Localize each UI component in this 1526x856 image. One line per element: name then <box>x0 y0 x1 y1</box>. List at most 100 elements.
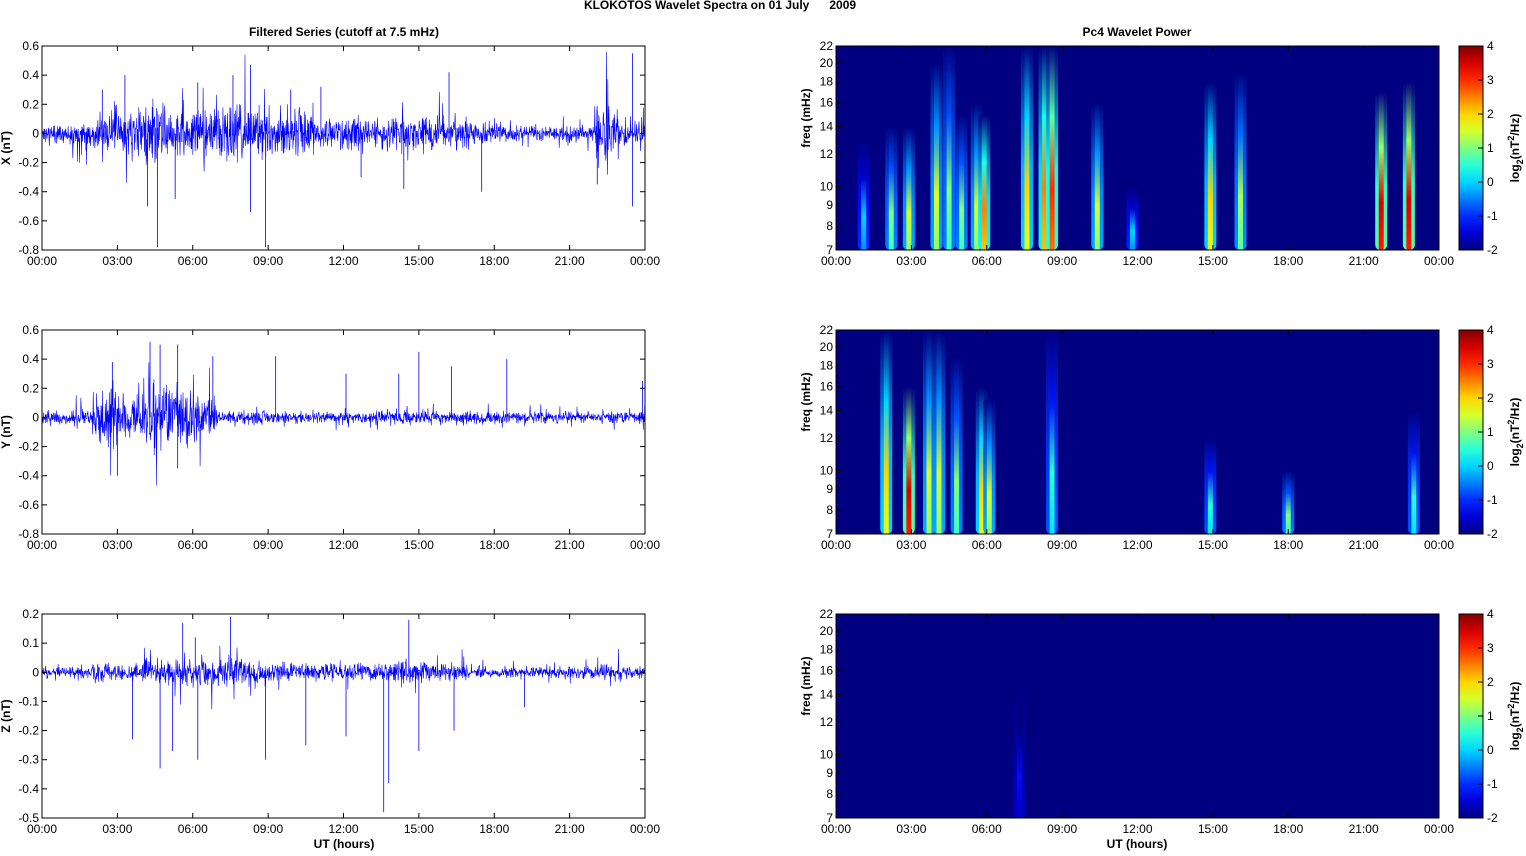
x-tick-label: 15:00 <box>404 254 434 268</box>
colorbar-tick-label: 1 <box>1487 709 1494 723</box>
y-axis-label: X (nT) <box>0 131 13 165</box>
y-tick-label: 16 <box>820 664 834 678</box>
colorbar-label-part: /Hz) <box>1508 398 1522 420</box>
wavelet-burst <box>1024 46 1030 250</box>
x-axis-label-left: UT (hours) <box>314 837 375 851</box>
y-tick-label: -0.4 <box>18 185 39 199</box>
x-tick-label: 00:00 <box>630 254 660 268</box>
x-tick-label: 03:00 <box>102 254 132 268</box>
x-tick-label: 09:00 <box>1047 254 1077 268</box>
y-tick-label: 0.6 <box>22 323 39 337</box>
y-tick-label: 0 <box>32 126 39 140</box>
colorbar-label-part: (nT <box>1508 424 1522 443</box>
y-tick-label: 18 <box>820 643 834 657</box>
y-tick-label: -0.2 <box>18 156 39 170</box>
colorbar-tick-label: 3 <box>1487 73 1494 87</box>
y-tick-label: 8 <box>826 787 833 801</box>
signal-trace <box>41 362 646 486</box>
y-tick-label: 0.1 <box>22 636 39 650</box>
x-tick-label: 18:00 <box>1273 254 1303 268</box>
x-tick-label: 00:00 <box>630 822 660 836</box>
y-tick-label: 22 <box>820 323 834 337</box>
y-tick-label: 0 <box>32 410 39 424</box>
colorbar-tick-label: 1 <box>1487 425 1494 439</box>
wavelet-burst <box>1049 330 1055 534</box>
y-tick-label: -0.6 <box>18 214 39 228</box>
colorbar-tick-label: 4 <box>1487 323 1494 337</box>
colorbar-label-part: /Hz) <box>1508 114 1522 136</box>
wavelet-burst <box>888 126 894 250</box>
y-tick-label: 12 <box>820 715 834 729</box>
y-tick-label: 0.2 <box>22 607 39 621</box>
x-tick-label: 12:00 <box>328 538 358 552</box>
wavelet-burst <box>1378 91 1384 250</box>
colorbar-tick-label: 2 <box>1487 675 1494 689</box>
y-tick-label: -0.1 <box>18 694 39 708</box>
x-tick-label: 15:00 <box>1198 538 1228 552</box>
x-tick-label: 00:00 <box>821 254 851 268</box>
y-tick-label: -0.4 <box>18 782 39 796</box>
x-tick-label: 03:00 <box>896 538 926 552</box>
x-tick-label: 21:00 <box>1349 822 1379 836</box>
x-tick-label: 21:00 <box>1349 254 1379 268</box>
colorbar-label-part: log <box>1508 164 1522 182</box>
y-tick-label: 9 <box>826 482 833 496</box>
x-tick-label: 09:00 <box>253 822 283 836</box>
colorbar-tick-label: 4 <box>1487 607 1494 621</box>
colorbar-tick-label: 3 <box>1487 641 1494 655</box>
y-tick-label: 20 <box>820 624 834 638</box>
colorbar: 4 3 2 1 0 -1 -2 log2(nT2/Hz) <box>1458 323 1525 541</box>
x-tick-label: 12:00 <box>1122 254 1152 268</box>
colorbar-tick-label: 2 <box>1487 107 1494 121</box>
y-axis-label: freq (mHz) <box>799 88 813 147</box>
x-tick-label: 15:00 <box>404 822 434 836</box>
x-tick-label: 06:00 <box>972 254 1002 268</box>
y-tick-label: 18 <box>820 75 834 89</box>
colorbar-tick-label: 2 <box>1487 391 1494 405</box>
x-tick-label: 18:00 <box>1273 822 1303 836</box>
x-tick-label: 00:00 <box>821 538 851 552</box>
colorbar-tick-label: 4 <box>1487 39 1494 53</box>
colorbar-label-part: log <box>1508 448 1522 466</box>
x-tick-label: 06:00 <box>178 538 208 552</box>
y-tick-label: 14 <box>820 688 834 702</box>
colorbar-tick-label: -2 <box>1487 527 1498 541</box>
y-tick-label: -0.4 <box>18 469 39 483</box>
wavelet-burst <box>936 330 942 534</box>
y-axis-label: Z (nT) <box>0 699 13 732</box>
y-tick-label: 14 <box>820 120 834 134</box>
y-tick-label: 12 <box>820 147 834 161</box>
x-tick-label: 00:00 <box>27 822 57 836</box>
y-tick-label: 10 <box>820 747 834 761</box>
colorbar: 4 3 2 1 0 -1 -2 log2(nT2/Hz) <box>1458 607 1525 825</box>
x-tick-label: 06:00 <box>178 254 208 268</box>
x-tick-label: 21:00 <box>1349 538 1379 552</box>
colorbar-label: log2(nT2/Hz) <box>1506 682 1525 751</box>
y-axis-label: freq (mHz) <box>799 372 813 431</box>
x-tick-label: 12:00 <box>328 822 358 836</box>
x-tick-label: 00:00 <box>821 822 851 836</box>
y-tick-label: 22 <box>820 39 834 53</box>
x-tick-label: 06:00 <box>972 822 1002 836</box>
colorbar-label-part: /Hz) <box>1508 682 1522 704</box>
y-tick-label: 16 <box>820 380 834 394</box>
y-tick-label: -0.3 <box>18 753 39 767</box>
spectrogram-panel-y: 2220181614121098700:00 03:00 06:00 09:00 12:… <box>799 323 1525 552</box>
y-axis-label: Y (nT) <box>0 415 13 449</box>
x-tick-label: 15:00 <box>1198 822 1228 836</box>
x-tick-label: 21:00 <box>555 538 585 552</box>
y-tick-label: 0.4 <box>22 352 39 366</box>
wavelet-burst <box>986 398 992 534</box>
timeseries-panel-z: 0.20.10-0.1-0.2-0.3-0.4-0.500:00 03:00 06:… <box>0 607 660 836</box>
x-tick-label: 03:00 <box>896 822 926 836</box>
x-tick-label: 18:00 <box>1273 538 1303 552</box>
axes-frame <box>41 329 646 535</box>
y-tick-label: 8 <box>826 503 833 517</box>
x-tick-label: 03:00 <box>102 538 132 552</box>
colorbar-label-part: (nT <box>1508 140 1522 159</box>
colorbar-tick-label: 0 <box>1487 459 1494 473</box>
y-tick-label: 0.2 <box>22 97 39 111</box>
y-tick-label: 20 <box>820 56 834 70</box>
y-tick-label: 10 <box>820 179 834 193</box>
x-tick-label: 21:00 <box>555 254 585 268</box>
